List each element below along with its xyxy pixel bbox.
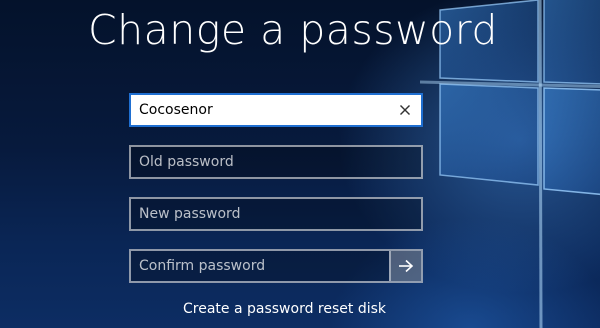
username-field-container	[129, 93, 423, 127]
username-input[interactable]	[131, 95, 391, 125]
confirm-password-field-container	[129, 249, 423, 283]
submit-button[interactable]	[389, 251, 421, 281]
new-password-field-container	[129, 197, 423, 231]
confirm-password-input[interactable]	[131, 251, 391, 281]
new-password-input[interactable]	[131, 199, 391, 229]
clear-button[interactable]	[395, 100, 415, 120]
arrow-right-icon	[399, 259, 414, 273]
old-password-input[interactable]	[131, 147, 391, 177]
create-reset-disk-link[interactable]: Create a password reset disk	[183, 301, 386, 317]
old-password-field-container	[129, 145, 423, 179]
close-icon	[400, 105, 410, 115]
lock-screen-background: Change a password Create a password rese…	[0, 0, 600, 328]
page-title: Change a password	[88, 6, 498, 54]
